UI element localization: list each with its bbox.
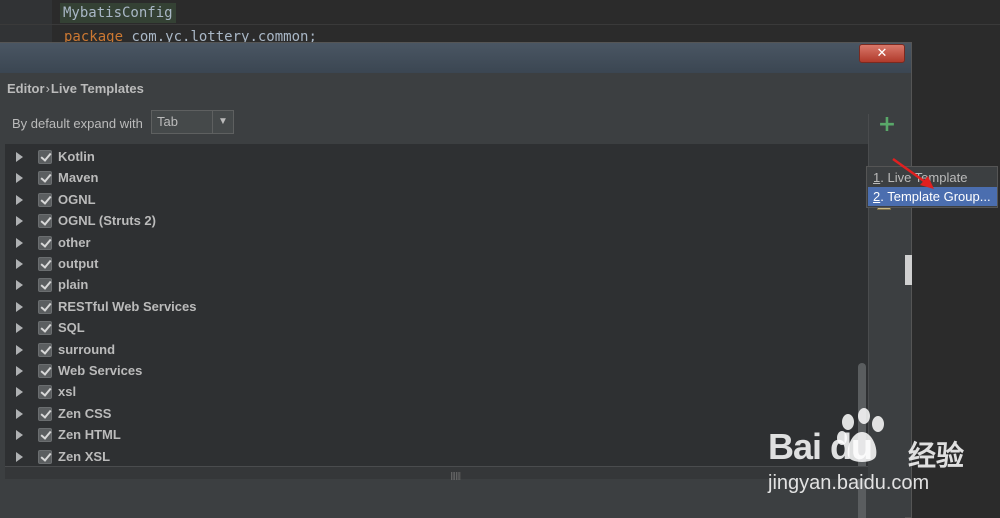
group-label: RESTful Web Services bbox=[58, 298, 197, 314]
group-checkbox[interactable] bbox=[38, 171, 52, 186]
breadcrumb-live-templates: Live Templates bbox=[50, 81, 144, 96]
watermark-url: jingyan.baidu.com bbox=[768, 472, 930, 494]
tree-row[interactable]: xsl bbox=[5, 382, 855, 403]
tree-row[interactable]: other bbox=[5, 233, 855, 254]
tree-row[interactable]: Zen XSL bbox=[5, 447, 855, 466]
tree-row[interactable]: RESTful Web Services bbox=[5, 297, 855, 318]
group-checkbox[interactable] bbox=[38, 321, 52, 336]
tree-row[interactable]: Maven bbox=[5, 168, 855, 189]
tree-resize-bar[interactable]: |||||| bbox=[5, 466, 868, 480]
tree-row[interactable]: Zen CSS bbox=[5, 404, 855, 425]
tree-row[interactable]: plain bbox=[5, 275, 855, 296]
close-button[interactable]: ✕ bbox=[859, 44, 905, 63]
expand-triangle-icon[interactable] bbox=[16, 259, 23, 269]
group-label: Zen HTML bbox=[58, 427, 121, 443]
group-label: plain bbox=[58, 277, 89, 293]
dropdown-arrow-icon[interactable]: ▼ bbox=[212, 111, 233, 133]
group-label: Web Services bbox=[58, 363, 143, 378]
expand-triangle-icon[interactable] bbox=[16, 387, 23, 398]
expand-triangle-icon[interactable] bbox=[16, 216, 23, 227]
tree-row[interactable]: Web Services bbox=[5, 361, 855, 382]
expand-with-select[interactable]: Tab ▼ bbox=[151, 110, 234, 134]
group-checkbox[interactable] bbox=[38, 278, 52, 293]
tree-row[interactable]: SQL bbox=[5, 318, 855, 339]
group-checkbox[interactable] bbox=[38, 235, 52, 250]
template-groups-tree[interactable]: Kotlin Maven OGNL OGNL (Struts 2) other outpu… bbox=[5, 144, 868, 466]
expand-triangle-icon[interactable] bbox=[16, 344, 23, 355]
group-label: output bbox=[58, 256, 99, 271]
red-annotation-arrow-icon bbox=[892, 157, 934, 189]
group-checkbox[interactable] bbox=[38, 428, 52, 443]
group-checkbox[interactable] bbox=[38, 214, 52, 229]
group-checkbox[interactable] bbox=[38, 299, 52, 314]
group-label: Zen CSS bbox=[58, 405, 112, 421]
baidu-jingyan-watermark: Bai du 经验 jingyan.baidu.com bbox=[760, 400, 1000, 518]
tree-row[interactable]: surround bbox=[5, 340, 855, 361]
group-label: Maven bbox=[58, 170, 99, 186]
tree-row[interactable]: OGNL bbox=[5, 190, 855, 211]
expand-triangle-icon[interactable] bbox=[16, 301, 23, 312]
expand-triangle-icon[interactable] bbox=[16, 366, 23, 376]
group-checkbox[interactable] bbox=[38, 364, 52, 378]
group-label: SQL bbox=[58, 320, 85, 336]
expand-triangle-icon[interactable] bbox=[16, 408, 23, 419]
group-checkbox[interactable] bbox=[38, 385, 52, 400]
group-checkbox[interactable] bbox=[38, 257, 52, 271]
group-label: xsl bbox=[58, 384, 77, 400]
resize-grip-icon[interactable]: |||||| bbox=[450, 471, 461, 480]
group-checkbox[interactable] bbox=[38, 449, 52, 464]
expand-triangle-icon[interactable] bbox=[16, 323, 23, 334]
expand-with-label: By default expand with bbox=[12, 116, 143, 131]
expand-with-value: Tab bbox=[157, 114, 178, 129]
expand-triangle-icon[interactable] bbox=[16, 194, 23, 205]
group-label: OGNL bbox=[58, 191, 96, 207]
group-label: other bbox=[58, 234, 91, 250]
expand-triangle-icon[interactable] bbox=[16, 280, 23, 291]
group-label: OGNL (Struts 2) bbox=[58, 213, 156, 229]
group-label: Zen XSL bbox=[58, 448, 111, 464]
tree-row[interactable]: Zen HTML bbox=[5, 425, 855, 446]
tree-row[interactable]: Kotlin bbox=[5, 147, 855, 168]
editor-separator bbox=[0, 24, 1000, 25]
group-checkbox[interactable] bbox=[38, 406, 52, 421]
dialog-titlebar: ✕ bbox=[0, 43, 911, 73]
breadcrumb: Editor›Live Templates bbox=[7, 81, 144, 96]
group-label: surround bbox=[58, 341, 116, 357]
expand-triangle-icon[interactable] bbox=[16, 152, 23, 162]
add-icon[interactable]: + bbox=[877, 114, 897, 136]
expand-triangle-icon[interactable] bbox=[16, 430, 23, 441]
tree-row[interactable]: output bbox=[5, 254, 855, 275]
tree-row[interactable]: OGNL (Struts 2) bbox=[5, 211, 855, 232]
group-checkbox[interactable] bbox=[38, 192, 52, 207]
watermark-brand-cn: 经验 bbox=[908, 439, 965, 472]
expand-triangle-icon[interactable] bbox=[16, 173, 23, 184]
expand-triangle-icon[interactable] bbox=[16, 237, 23, 248]
baidu-paw-logo-icon bbox=[837, 408, 884, 462]
breadcrumb-editor[interactable]: Editor bbox=[7, 81, 45, 96]
group-checkbox[interactable] bbox=[38, 150, 52, 164]
panel-scrollbar[interactable] bbox=[905, 255, 912, 285]
expand-triangle-icon[interactable] bbox=[16, 451, 23, 462]
code-line-class-name: MybatisConfig bbox=[60, 3, 176, 23]
group-label: Kotlin bbox=[58, 149, 95, 164]
group-checkbox[interactable] bbox=[38, 342, 52, 357]
